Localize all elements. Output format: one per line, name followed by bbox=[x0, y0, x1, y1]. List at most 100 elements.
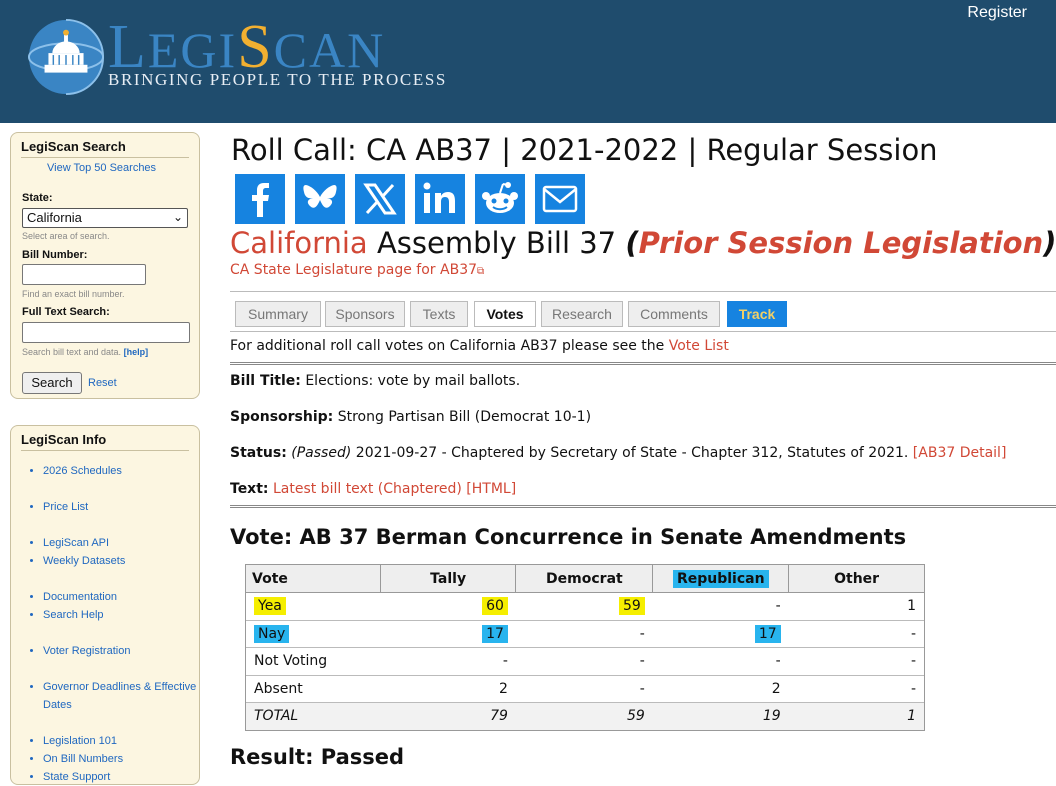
info-list-item: On Bill Numbers bbox=[43, 750, 199, 768]
help-link[interactable]: [help] bbox=[124, 347, 149, 357]
page-title: Roll Call: CA AB37 | 2021-2022 | Regular… bbox=[231, 133, 938, 167]
state-legislature-link[interactable]: CA State Legislature page for AB37⧉ bbox=[230, 262, 484, 278]
info-list-item: State Support bbox=[43, 768, 199, 786]
table-cell: - bbox=[652, 592, 789, 620]
cell-value: 19 bbox=[762, 708, 781, 725]
facebook-share-button[interactable] bbox=[235, 174, 285, 224]
cell-value: Nay bbox=[254, 624, 290, 643]
vote-heading: Vote: AB 37 Berman Concurrence in Senate… bbox=[230, 525, 907, 549]
info-link[interactable]: Weekly Datasets bbox=[43, 555, 125, 567]
divider bbox=[230, 291, 1056, 292]
table-cell: - bbox=[515, 619, 653, 648]
column-header-label: Democrat bbox=[546, 570, 623, 587]
state-select[interactable]: California ⌄ bbox=[22, 208, 188, 228]
info-link[interactable]: LegiScan API bbox=[43, 537, 109, 549]
bill-heading: California Assembly Bill 37 (Prior Sessi… bbox=[230, 226, 1056, 260]
info-list-item: 2026 Schedules bbox=[43, 462, 199, 480]
cell-value: 17 bbox=[482, 624, 508, 643]
table-cell: 59 bbox=[515, 592, 653, 620]
info-list-item: Weekly Datasets bbox=[43, 552, 199, 570]
info-link[interactable]: Legislation 101 bbox=[43, 735, 117, 747]
email-share-button[interactable] bbox=[535, 174, 585, 224]
info-list-item: Legislation 101 bbox=[43, 732, 199, 750]
x-share-button[interactable] bbox=[355, 174, 405, 224]
open-paren: ( bbox=[625, 226, 639, 260]
state-select-value: California bbox=[27, 210, 82, 225]
cell-value: Not Voting bbox=[254, 653, 328, 670]
tagline: BRINGING PEOPLE TO THE PROCESS bbox=[108, 70, 447, 89]
table-cell: 59 bbox=[515, 702, 653, 731]
cell-value: 59 bbox=[618, 597, 645, 616]
cell-value: 1 bbox=[907, 598, 916, 615]
text-label: Text: bbox=[230, 481, 269, 497]
tab-sponsors[interactable]: Sponsors bbox=[325, 301, 405, 327]
tab-texts[interactable]: Texts bbox=[410, 301, 468, 327]
info-link[interactable]: Price List bbox=[43, 501, 88, 513]
bill-number-input[interactable] bbox=[22, 264, 146, 285]
cell-value: 2 bbox=[771, 680, 781, 697]
table-cell: 79 bbox=[380, 702, 516, 731]
capitol-globe-logo-icon[interactable] bbox=[27, 18, 105, 96]
register-link[interactable]: Register bbox=[967, 4, 1027, 22]
bill-detail-link[interactable]: [AB37 Detail] bbox=[913, 445, 1007, 461]
info-link[interactable]: 2026 Schedules bbox=[43, 465, 122, 477]
tab-votes[interactable]: Votes bbox=[474, 301, 536, 327]
full-text-label: Full Text Search: bbox=[22, 306, 110, 318]
facebook-icon bbox=[252, 183, 269, 217]
info-link[interactable]: Governor Deadlines & Effective Dates bbox=[43, 681, 196, 711]
cell-value: - bbox=[910, 680, 916, 697]
info-panel: LegiScan Info 2026 Schedules Price List Le… bbox=[10, 425, 200, 785]
bill-name: Assembly Bill 37 bbox=[376, 226, 617, 260]
top-searches-link[interactable]: View Top 50 Searches bbox=[47, 162, 156, 174]
table-row: Yea 60 59 - 1 bbox=[245, 592, 925, 620]
info-list-item: Documentation bbox=[43, 588, 199, 606]
info-list-item: LegiScan API bbox=[43, 534, 199, 552]
table-cell: - bbox=[788, 619, 925, 648]
vote-note-text: For additional roll call votes on Califo… bbox=[230, 338, 669, 354]
cell-value: 79 bbox=[490, 708, 508, 725]
info-link[interactable]: On Bill Numbers bbox=[43, 753, 123, 765]
info-link[interactable]: Voter Registration bbox=[43, 645, 130, 657]
info-panel-title: LegiScan Info bbox=[21, 432, 189, 451]
table-cell: 19 bbox=[652, 702, 789, 731]
sponsorship-label: Sponsorship: bbox=[230, 409, 334, 425]
reddit-share-button[interactable] bbox=[475, 174, 525, 224]
tab-summary[interactable]: Summary bbox=[235, 301, 321, 327]
table-cell: 60 bbox=[380, 592, 516, 620]
double-divider bbox=[230, 362, 1056, 366]
bluesky-share-button[interactable] bbox=[295, 174, 345, 224]
tab-track[interactable]: Track bbox=[727, 301, 787, 327]
info-list-item: Price List bbox=[43, 498, 199, 516]
table-cell: - bbox=[515, 647, 653, 675]
table-cell: 2 bbox=[380, 674, 516, 703]
x-icon bbox=[363, 183, 397, 215]
table-row: Nay 17 - 17 - bbox=[245, 619, 925, 648]
tab-research[interactable]: Research bbox=[541, 301, 623, 327]
vote-tally-table: Vote Tally Democrat Republican Other Yea 60 59… bbox=[245, 564, 925, 731]
latest-bill-text-link[interactable]: Latest bill text (Chaptered) [HTML] bbox=[273, 481, 516, 497]
tab-comments[interactable]: Comments bbox=[628, 301, 720, 327]
info-link[interactable]: Search Help bbox=[43, 609, 104, 621]
table-cell: - bbox=[380, 647, 516, 675]
info-link[interactable]: Documentation bbox=[43, 591, 117, 603]
linkedin-share-button[interactable] bbox=[415, 174, 465, 224]
chevron-down-icon: ⌄ bbox=[172, 210, 183, 224]
external-link-icon: ⧉ bbox=[477, 266, 485, 277]
full-text-hint: Search bill text and data. [help] bbox=[22, 347, 148, 357]
table-row: Not Voting - - - - bbox=[245, 647, 925, 675]
column-header-tally: Tally bbox=[379, 564, 517, 593]
column-header-label: Other bbox=[834, 570, 880, 587]
vote-list-link[interactable]: Vote List bbox=[669, 338, 729, 354]
column-header-other: Other bbox=[788, 564, 925, 593]
linkedin-icon bbox=[423, 182, 455, 213]
cell-value: - bbox=[775, 598, 781, 615]
cell-value: 1 bbox=[907, 708, 916, 725]
reset-link[interactable]: Reset bbox=[88, 377, 117, 389]
full-text-input[interactable] bbox=[22, 322, 190, 343]
cell-value: - bbox=[502, 653, 508, 670]
table-cell: 1 bbox=[788, 702, 925, 731]
search-button[interactable]: Search bbox=[22, 372, 82, 394]
cell-value: - bbox=[639, 680, 645, 697]
info-link[interactable]: State Support bbox=[43, 771, 110, 783]
vote-result: Result: Passed bbox=[230, 745, 405, 769]
